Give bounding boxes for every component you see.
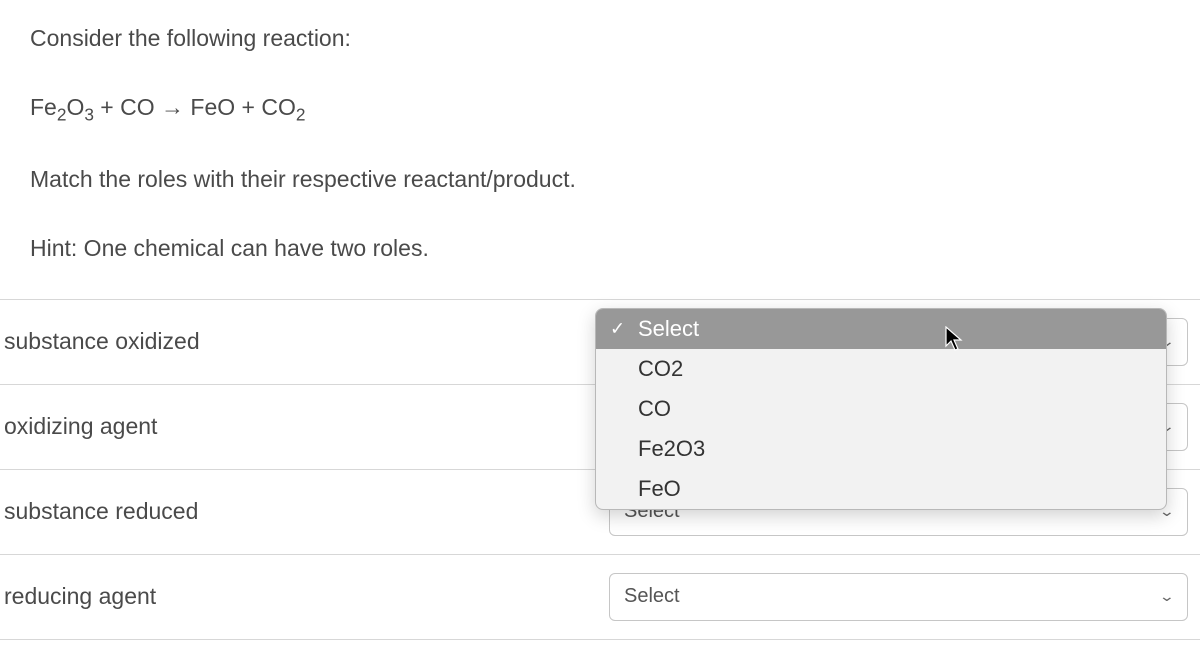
dropdown-option-co2[interactable]: CO2 [596,349,1166,389]
select-reducing-agent[interactable]: Select ⌄ [609,573,1188,621]
question-hint: Hint: One chemical can have two roles. [30,230,1170,267]
option-label: Select [638,316,699,341]
role-label: substance oxidized [0,299,605,384]
question-block: Consider the following reaction: Fe2O3 +… [0,0,1200,267]
question-intro: Consider the following reaction: [30,20,1170,57]
dropdown-option-select[interactable]: ✓ Select [596,309,1166,349]
role-label: oxidizing agent [0,384,605,469]
option-label: CO2 [638,356,683,381]
option-label: Fe2O3 [638,436,705,461]
check-icon: ✓ [610,319,625,340]
dropdown-menu[interactable]: ✓ Select CO2 CO Fe2O3 FeO [595,308,1167,510]
role-label: reducing agent [0,554,605,639]
dropdown-option-co[interactable]: CO [596,389,1166,429]
chevron-down-icon: ⌄ [1159,588,1175,605]
select-value: Select [624,585,680,608]
reaction-equation: Fe2O3 + CO → FeO + CO2 [30,89,1170,129]
question-instruction: Match the roles with their respective re… [30,161,1170,198]
option-label: FeO [638,476,681,501]
dropdown-option-feo[interactable]: FeO [596,469,1166,509]
option-label: CO [638,396,671,421]
role-label: substance reduced [0,469,605,554]
table-row: reducing agent Select ⌄ [0,554,1200,639]
dropdown-option-fe2o3[interactable]: Fe2O3 [596,429,1166,469]
